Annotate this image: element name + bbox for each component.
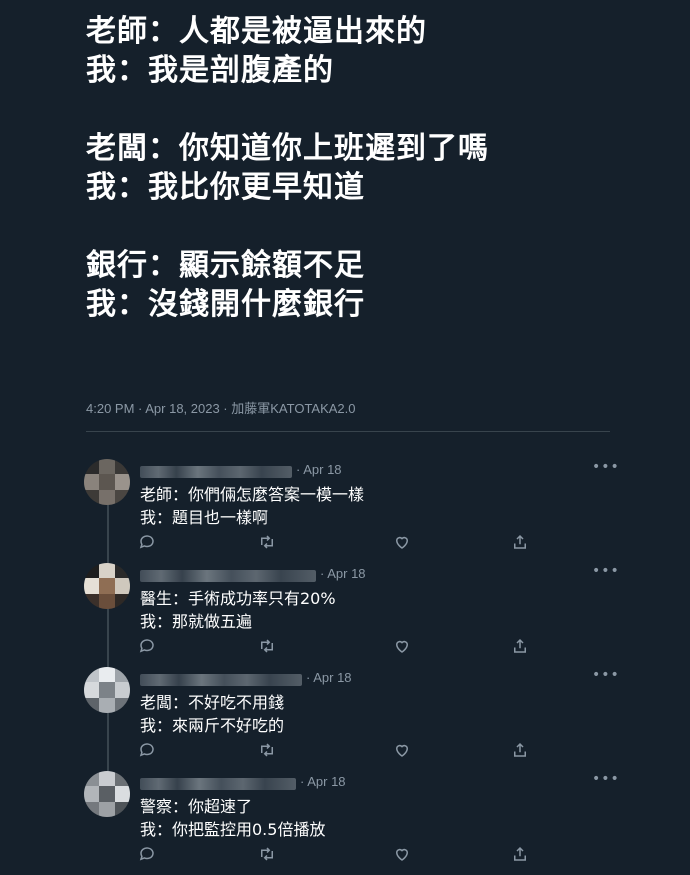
reply-date[interactable]: · Apr 18 — [296, 462, 342, 477]
like-icon[interactable] — [393, 741, 411, 759]
author-name-blurred[interactable] — [140, 570, 316, 582]
reply-line: 警察：你超速了 — [140, 797, 253, 816]
reply-item[interactable]: · Apr 18 ••• 老闆：不好吃不用錢 我：來兩斤不好吃的 — [0, 667, 690, 771]
tweet-line: 老師：人都是被逼出來的 — [86, 14, 427, 49]
share-icon[interactable] — [511, 533, 529, 551]
author-name-blurred[interactable] — [140, 466, 292, 478]
retweet-icon[interactable] — [258, 741, 276, 759]
more-icon[interactable]: ••• — [592, 667, 620, 683]
reply-actions — [0, 741, 690, 761]
avatar[interactable] — [84, 771, 130, 817]
reply-line: 醫生：手術成功率只有20% — [140, 589, 336, 608]
like-icon[interactable] — [393, 533, 411, 551]
reply-icon[interactable] — [138, 741, 156, 759]
reply-line: 老闆：不好吃不用錢 — [140, 693, 285, 712]
reply-line: 我：題目也一樣啊 — [140, 508, 269, 527]
reply-date[interactable]: · Apr 18 — [306, 670, 352, 685]
tweet-line: 我：我是剖腹產的 — [86, 53, 334, 88]
retweet-icon[interactable] — [258, 845, 276, 863]
reply-text: 老闆：不好吃不用錢 我：來兩斤不好吃的 — [140, 691, 284, 737]
reply-icon[interactable] — [138, 637, 156, 655]
reply-icon[interactable] — [138, 845, 156, 863]
reply-item[interactable]: · Apr 18 ••• 老師：你們倆怎麼答案一模一樣 我：題目也一樣啊 — [0, 459, 690, 563]
reply-text: 警察：你超速了 我：你把監控用0.5倍播放 — [140, 795, 325, 841]
reply-actions — [0, 637, 690, 657]
share-icon[interactable] — [511, 845, 529, 863]
reply-icon[interactable] — [138, 533, 156, 551]
reply-line: 我：來兩斤不好吃的 — [140, 716, 285, 735]
more-icon[interactable]: ••• — [592, 459, 620, 475]
reply-item[interactable]: · Apr 18 ••• 醫生：手術成功率只有20% 我：那就做五遍 — [0, 563, 690, 667]
reply-date[interactable]: · Apr 18 — [320, 566, 366, 581]
reply-line: 我：你把監控用0.5倍播放 — [140, 820, 326, 839]
retweet-icon[interactable] — [258, 533, 276, 551]
share-icon[interactable] — [511, 741, 529, 759]
reply-text: 老師：你們倆怎麼答案一模一樣 我：題目也一樣啊 — [140, 483, 364, 529]
reply-line: 老師：你們倆怎麼答案一模一樣 — [140, 485, 365, 504]
tweet-meta[interactable]: 4:20 PM · Apr 18, 2023 · 加藤軍KATOTAKA2.0 — [86, 398, 356, 417]
tweet-line: 銀行：顯示餘額不足 — [86, 248, 365, 283]
author-name-blurred[interactable] — [140, 674, 302, 686]
avatar[interactable] — [84, 563, 130, 609]
tweet-body: 老師：人都是被逼出來的 我：我是剖腹產的 老闆：你知道你上班遲到了嗎 我：我比你… — [86, 12, 646, 324]
like-icon[interactable] — [393, 637, 411, 655]
reply-date[interactable]: · Apr 18 — [300, 774, 346, 789]
share-icon[interactable] — [511, 637, 529, 655]
author-name-blurred[interactable] — [140, 778, 296, 790]
more-icon[interactable]: ••• — [592, 563, 620, 579]
reply-text: 醫生：手術成功率只有20% 我：那就做五遍 — [140, 587, 336, 633]
retweet-icon[interactable] — [258, 637, 276, 655]
divider — [86, 431, 610, 432]
reply-actions — [0, 845, 690, 865]
avatar[interactable] — [84, 667, 130, 713]
reply-actions — [0, 533, 690, 553]
more-icon[interactable]: ••• — [592, 771, 620, 787]
reply-item[interactable]: · Apr 18 ••• 警察：你超速了 我：你把監控用0.5倍播放 — [0, 771, 690, 875]
tweet-line: 我：我比你更早知道 — [86, 170, 365, 205]
tweet-line: 老闆：你知道你上班遲到了嗎 — [86, 131, 489, 166]
reply-line: 我：那就做五遍 — [140, 612, 253, 631]
avatar[interactable] — [84, 459, 130, 505]
like-icon[interactable] — [393, 845, 411, 863]
tweet-line: 我：沒錢開什麼銀行 — [86, 287, 365, 322]
